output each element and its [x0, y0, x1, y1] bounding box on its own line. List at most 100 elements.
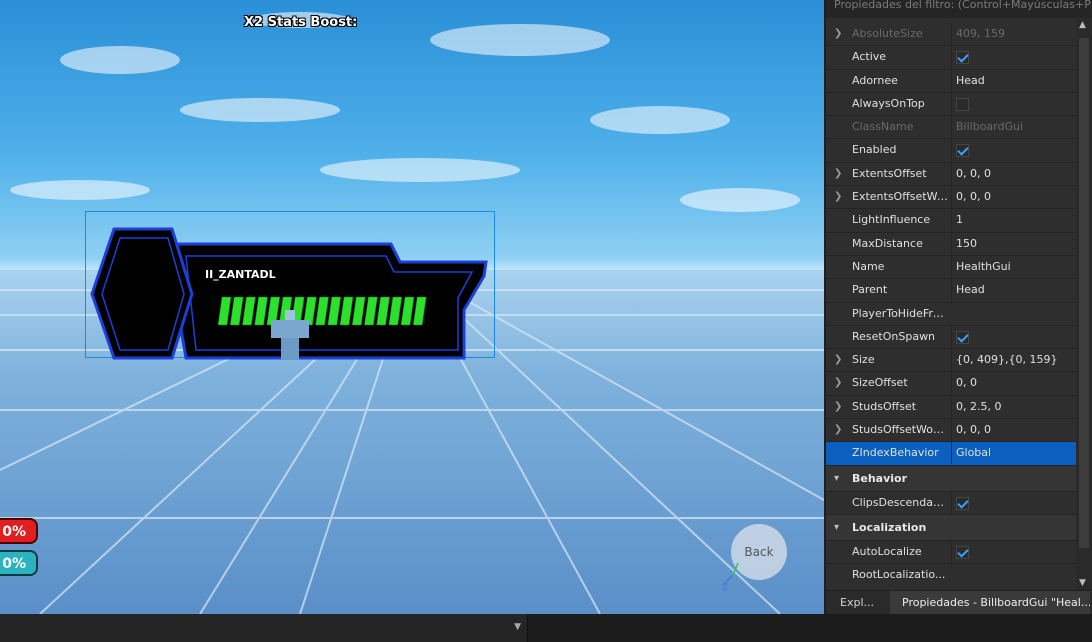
- property-value[interactable]: Head: [951, 279, 1076, 302]
- property-row[interactable]: Enabled: [826, 139, 1076, 166]
- property-row[interactable]: ❯ ExtentsOffset 0, 0, 0: [826, 162, 1076, 187]
- property-row[interactable]: ResetOnSpawn: [826, 325, 1076, 352]
- expand-chevron-icon[interactable]: ❯: [834, 401, 844, 413]
- tab-properties[interactable]: Propiedades - BillboardGui "Heal...: [890, 591, 1090, 615]
- expand-chevron-icon[interactable]: ❯: [834, 377, 844, 389]
- property-value[interactable]: Global: [951, 442, 1076, 465]
- dropdown-caret-icon[interactable]: ▼: [514, 622, 521, 632]
- avatar-hexagon: [90, 227, 194, 360]
- property-name: RootLocalizatio...: [852, 568, 946, 581]
- expand-chevron-icon[interactable]: ❯: [834, 28, 844, 40]
- property-checkbox[interactable]: [956, 330, 969, 344]
- stamina-percent-badge: 0%: [0, 550, 38, 576]
- property-checkbox[interactable]: [956, 496, 969, 510]
- property-value[interactable]: Head: [951, 69, 1076, 92]
- property-value[interactable]: 409, 159: [951, 23, 1076, 45]
- property-checkbox-cell[interactable]: [951, 491, 1076, 518]
- property-row[interactable]: LightInfluence 1: [826, 209, 1076, 233]
- property-name: ZIndexBehavior: [852, 446, 939, 460]
- property-value[interactable]: 0, 0, 0: [951, 419, 1076, 442]
- stats-boost-label: X2 Stats Boost:: [244, 15, 358, 30]
- property-value[interactable]: 0, 0, 0: [951, 162, 1076, 185]
- property-row[interactable]: AutoLocalize: [826, 540, 1076, 567]
- property-name: StudsOffsetWorl...: [852, 423, 948, 437]
- property-value[interactable]: 150: [951, 232, 1076, 255]
- property-name: Adornee: [852, 73, 898, 87]
- property-name: SizeOffset: [852, 376, 908, 390]
- property-name: AutoLocalize: [852, 544, 922, 558]
- property-name: MaxDistance: [852, 236, 923, 250]
- property-row[interactable]: ❯ StudsOffset 0, 2.5, 0: [826, 395, 1076, 420]
- expand-chevron-icon[interactable]: ❯: [834, 191, 844, 203]
- scroll-thumb[interactable]: [1079, 38, 1089, 548]
- property-list: ❯ AbsoluteSize 409, 159 Active Adornee Head Al…: [826, 23, 1076, 581]
- property-value[interactable]: HealthGui: [951, 255, 1076, 278]
- property-filter-input[interactable]: Propiedades del filtro: (Control+Mayúscu…: [826, 0, 1092, 18]
- property-row[interactable]: Name HealthGui: [826, 255, 1076, 280]
- property-name: AlwaysOnTop: [852, 96, 925, 110]
- property-checkbox[interactable]: [956, 51, 969, 65]
- property-name: ClipsDescendants: [852, 495, 948, 509]
- property-name: PlayerToHideFrom: [852, 306, 948, 320]
- property-checkbox-cell[interactable]: [951, 46, 1076, 73]
- command-bar-input[interactable]: ▼: [0, 614, 528, 642]
- property-name: AbsoluteSize: [852, 27, 923, 40]
- property-row[interactable]: ❯ Size {0, 409},{0, 159}: [826, 349, 1076, 373]
- property-checkbox-cell[interactable]: [951, 325, 1076, 352]
- property-value[interactable]: 0, 0: [951, 372, 1076, 395]
- property-name: LightInfluence: [852, 213, 931, 227]
- property-value[interactable]: 0, 2.5, 0: [951, 395, 1076, 418]
- bottom-bar: ▼: [0, 614, 1092, 642]
- property-row[interactable]: Active: [826, 46, 1076, 73]
- property-checkbox[interactable]: [956, 144, 969, 158]
- property-row[interactable]: RootLocalizatio...: [826, 564, 1076, 581]
- tab-explorer[interactable]: Expl...: [830, 591, 888, 615]
- property-name: Active: [852, 50, 887, 64]
- property-scrollbar[interactable]: ▲ ▼: [1076, 18, 1092, 590]
- property-row[interactable]: AlwaysOnTop: [826, 92, 1076, 119]
- expand-chevron-icon[interactable]: ❯: [834, 168, 844, 180]
- property-row[interactable]: ZIndexBehavior Global: [826, 442, 1076, 466]
- panel-tab-bar: Expl... Propiedades - BillboardGui "Heal…: [826, 590, 1092, 615]
- property-row[interactable]: ❯ ExtentsOffsetWo... 0, 0, 0: [826, 186, 1076, 210]
- health-bar: [217, 296, 427, 326]
- property-checkbox-cell[interactable]: [951, 540, 1076, 567]
- property-value[interactable]: BillboardGui: [951, 116, 1076, 139]
- game-viewport[interactable]: X2 Stats Boost: II_ZANTADL 0% 0% Back Z: [0, 0, 824, 614]
- property-value[interactable]: 0, 0, 0: [951, 186, 1076, 209]
- property-row[interactable]: ❯ AbsoluteSize 409, 159: [826, 23, 1076, 47]
- property-checkbox[interactable]: [956, 545, 969, 559]
- expand-chevron-icon[interactable]: ❯: [834, 424, 844, 436]
- property-value[interactable]: {0, 409},{0, 159}: [951, 349, 1076, 372]
- property-name: Parent: [852, 283, 888, 297]
- health-percent-badge: 0%: [0, 518, 38, 544]
- property-row[interactable]: PlayerToHideFrom: [826, 303, 1076, 326]
- property-checkbox[interactable]: [956, 97, 969, 111]
- player-name-label: II_ZANTADL: [205, 268, 276, 281]
- collapse-chevron-icon[interactable]: ▾: [834, 466, 839, 492]
- property-section-header[interactable]: ▾ Behavior: [826, 465, 1076, 492]
- property-value[interactable]: 1: [951, 209, 1076, 232]
- axis-gizmo-icon: Z: [722, 562, 739, 590]
- property-row[interactable]: ❯ StudsOffsetWorl... 0, 0, 0: [826, 419, 1076, 443]
- property-checkbox-cell[interactable]: [951, 139, 1076, 166]
- property-row[interactable]: MaxDistance 150: [826, 232, 1076, 256]
- property-row[interactable]: ClipsDescendants: [826, 491, 1076, 518]
- property-row[interactable]: ❯ SizeOffset 0, 0: [826, 372, 1076, 396]
- property-row[interactable]: ClassName BillboardGui: [826, 116, 1076, 140]
- property-checkbox-cell[interactable]: [951, 92, 1076, 119]
- section-title: Behavior: [852, 471, 908, 485]
- scroll-down-icon[interactable]: ▼: [1079, 578, 1086, 588]
- player-character[interactable]: [271, 310, 311, 360]
- expand-chevron-icon[interactable]: ❯: [834, 354, 844, 366]
- property-name: ExtentsOffset: [852, 166, 927, 180]
- property-name: Name: [852, 259, 885, 273]
- property-section-header[interactable]: ▾ Localization: [826, 514, 1076, 541]
- property-row[interactable]: Parent Head: [826, 279, 1076, 303]
- property-row[interactable]: Adornee Head: [826, 69, 1076, 93]
- property-name: Enabled: [852, 143, 897, 157]
- axis-z-label: Z: [722, 583, 728, 590]
- collapse-chevron-icon[interactable]: ▾: [834, 515, 839, 541]
- scroll-up-icon[interactable]: ▲: [1079, 20, 1086, 30]
- property-name: ClassName: [852, 120, 914, 134]
